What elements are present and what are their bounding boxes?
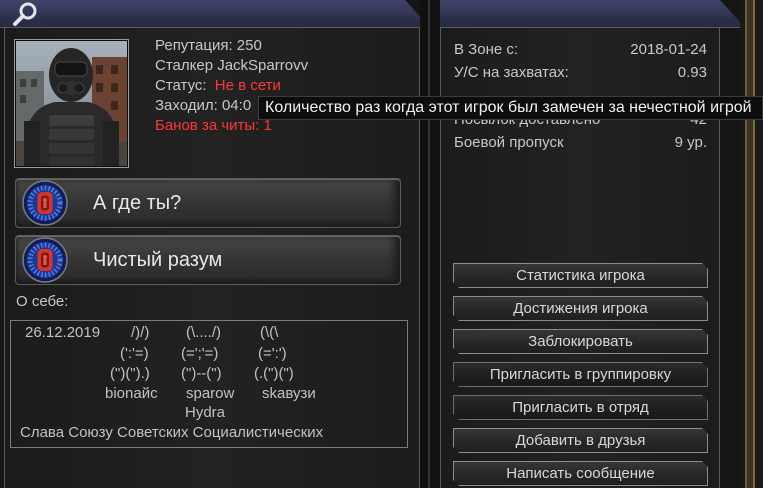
about-date: 26.12.2019 [25, 324, 101, 341]
about-text: /)/) [131, 324, 150, 341]
reputation-text: Репутация: 250 [155, 37, 262, 54]
avatar [14, 39, 129, 168]
profile-info: Репутация: 250 Сталкер JackSparrovv Стат… [155, 36, 308, 136]
invite-to-squad-button[interactable]: Пригласить в отряд [453, 395, 708, 420]
about-text: (':'=) [120, 345, 149, 362]
achievement-row: А где ты? [15, 178, 401, 228]
status-line: Статус: Не в сети [155, 76, 308, 96]
block-button[interactable]: Заблокировать [453, 329, 708, 354]
about-text: (\(\ [260, 324, 279, 341]
add-friend-button[interactable]: Добавить в друзья [453, 428, 708, 453]
about-heading: О себе: [16, 293, 69, 310]
achievement-row: Чистый разум [15, 235, 401, 285]
achievement-label: А где ты? [93, 192, 182, 214]
search-icon[interactable] [6, 1, 42, 27]
stats-header-bar [440, 0, 740, 28]
stat-label: Боевой пропуск [454, 134, 564, 151]
about-text: (")--(") [181, 365, 222, 382]
stat-value: 2018-01-24 [630, 41, 707, 58]
status-value: Не в сети [214, 77, 281, 94]
about-text: (")(").) [110, 365, 150, 382]
stat-row: В Зоне с: 2018-01-24 [454, 41, 707, 59]
about-text: (\..../) [186, 324, 221, 341]
tooltip: Количество раз когда этот игрок был заме… [258, 96, 763, 120]
stat-row: Боевой пропуск 9 ур. [454, 134, 707, 152]
avatar-image [16, 41, 127, 166]
about-text: skaвузи [262, 385, 316, 402]
stalker-name: Сталкер JackSparrovv [155, 57, 309, 74]
status-label: Статус: [155, 77, 207, 94]
achievement-badge-icon [22, 180, 68, 226]
invite-to-faction-button[interactable]: Пригласить в группировку [453, 362, 708, 387]
stat-label: В Зоне с: [454, 41, 519, 58]
stat-value: 0.93 [677, 64, 707, 81]
window-edge-strip [740, 0, 763, 488]
player-stats-button[interactable]: Статистика игрока [453, 263, 708, 288]
player-achievements-button[interactable]: Достижения игрока [453, 296, 708, 321]
about-footer: Слава Союзу Советских Социалистических [20, 424, 324, 441]
achievement-label: Чистый разум [93, 249, 223, 271]
about-text: bionaйс [105, 385, 158, 402]
about-text: (.(")(") [254, 365, 294, 382]
stat-value: 9 ур. [674, 134, 707, 151]
stat-row: У/С на захватах: 0.93 [454, 64, 707, 82]
stat-label: У/С на захватах: [454, 64, 569, 81]
send-message-button[interactable]: Написать сообщение [453, 461, 708, 486]
about-text: (=';'=) [181, 345, 219, 362]
about-box: 26.12.2019 /)/) (\..../) (\(\ (':'=) (='… [10, 320, 408, 448]
about-text: sparow [186, 385, 235, 402]
achievement-badge-icon [22, 237, 68, 283]
about-highlight: Hydra [185, 404, 226, 421]
about-text: (=':') [258, 345, 287, 362]
panel-divider [420, 0, 440, 488]
profile-header-bar [0, 0, 425, 28]
